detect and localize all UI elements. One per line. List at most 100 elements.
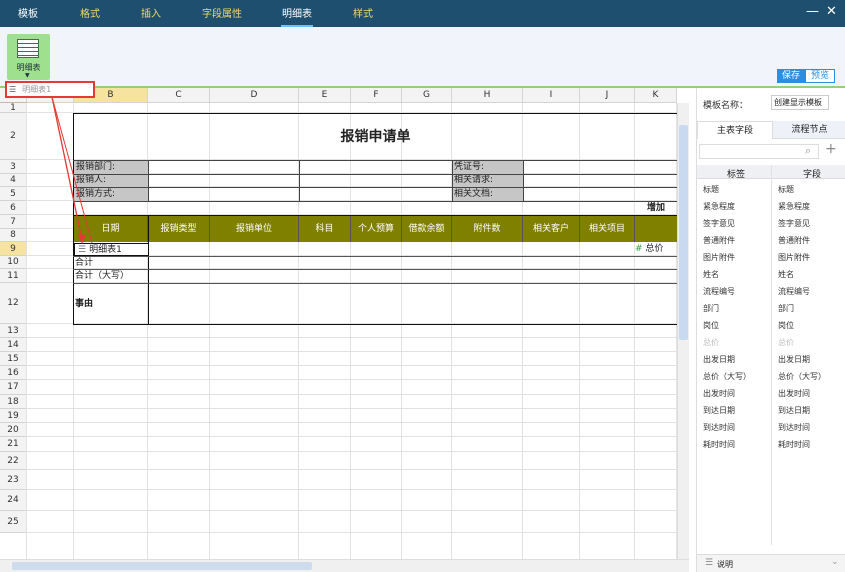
form-row-line xyxy=(73,269,677,270)
row-header-17[interactable]: 17 xyxy=(0,380,27,395)
spreadsheet-grid[interactable]: BCDEFGHIJK 1 2 3 4 5 6 7 8 9 10 11 12 13 14 15 16 17 18 19… xyxy=(0,88,677,559)
close-button[interactable]: ✕ xyxy=(826,4,837,20)
row-header-1[interactable]: 1 xyxy=(0,103,27,113)
tag-item[interactable]: 签字意见 xyxy=(703,218,735,229)
row-header-3[interactable]: 3 xyxy=(0,160,27,174)
tag-item[interactable]: 岗位 xyxy=(703,320,719,331)
detail-table-tag[interactable]: ☰ 明细表1 xyxy=(5,81,95,98)
column-header-d[interactable]: D xyxy=(210,88,299,103)
row-header-16[interactable]: 16 xyxy=(0,366,27,380)
tag-item[interactable]: 部门 xyxy=(703,303,719,314)
grid-column-line xyxy=(401,103,402,559)
tag-item[interactable]: 普通附件 xyxy=(703,235,735,246)
field-item[interactable]: 姓名 xyxy=(778,269,794,280)
field-search-input[interactable] xyxy=(699,144,819,159)
row-header-4[interactable]: 4 xyxy=(0,174,27,187)
detail-table-cell[interactable]: ☰ 明细表1 xyxy=(74,243,149,256)
info-line xyxy=(73,187,677,188)
row-header-18[interactable]: 18 xyxy=(0,395,27,409)
tab-template[interactable]: 模板 xyxy=(8,0,48,27)
row-header-22[interactable]: 22 xyxy=(0,452,27,470)
dept-label: 报销部门: xyxy=(74,161,148,174)
tab-insert[interactable]: 插入 xyxy=(131,0,171,27)
tab-style[interactable]: 样式 xyxy=(343,0,383,27)
field-item[interactable]: 出发时间 xyxy=(778,388,810,399)
tag-item[interactable]: 姓名 xyxy=(703,269,719,280)
row-header-8[interactable]: 8 xyxy=(0,229,27,242)
field-list-divider xyxy=(771,165,772,545)
column-header-j[interactable]: J xyxy=(580,88,635,103)
detail-table-tag-label: 明细表1 xyxy=(22,85,52,94)
minimize-button[interactable]: — xyxy=(806,4,819,20)
row-header-14[interactable]: 14 xyxy=(0,338,27,352)
field-item[interactable]: 出发日期 xyxy=(778,354,810,365)
add-icon[interactable]: + xyxy=(825,141,837,157)
row-header-15[interactable]: 15 xyxy=(0,352,27,366)
column-header-i[interactable]: I xyxy=(523,88,580,103)
tab-detail-table[interactable]: 明细表 xyxy=(275,0,319,27)
tag-item[interactable]: 图片附件 xyxy=(703,252,735,263)
tag-item[interactable]: 总价（大写） xyxy=(703,371,751,382)
row-header-6[interactable]: 6 xyxy=(0,201,27,215)
tag-item[interactable]: 到达日期 xyxy=(703,405,735,416)
tag-item[interactable]: 到达时间 xyxy=(703,422,735,433)
insert-detail-table-button[interactable]: 明细表 ▼ xyxy=(7,34,50,80)
column-header-e[interactable]: E xyxy=(299,88,351,103)
detail-column-header: 科目 xyxy=(299,216,351,242)
vertical-scroll-thumb[interactable] xyxy=(679,125,688,340)
tab-format[interactable]: 格式 xyxy=(70,0,110,27)
field-item[interactable]: 标题 xyxy=(778,184,794,195)
field-item[interactable]: 流程编号 xyxy=(778,286,810,297)
row-header-20[interactable]: 20 xyxy=(0,423,27,437)
tag-column-header: 标签 xyxy=(727,170,746,180)
field-item[interactable]: 到达时间 xyxy=(778,422,810,433)
tag-item[interactable]: 标题 xyxy=(703,184,719,195)
field-item[interactable]: 岗位 xyxy=(778,320,794,331)
preview-button[interactable]: 预览 xyxy=(805,69,835,83)
field-item[interactable]: 耗时时间 xyxy=(778,439,810,450)
field-item[interactable]: 签字意见 xyxy=(778,218,810,229)
column-header-g[interactable]: G xyxy=(402,88,452,103)
column-header-f[interactable]: F xyxy=(351,88,402,103)
row-header-5[interactable]: 5 xyxy=(0,187,27,201)
field-item[interactable]: 总价（大写） xyxy=(778,371,826,382)
row-header-21[interactable]: 21 xyxy=(0,437,27,452)
field-item[interactable]: 总价 xyxy=(778,337,794,348)
tag-item[interactable]: 耗时时间 xyxy=(703,439,735,450)
field-item[interactable]: 紧急程度 xyxy=(778,201,810,212)
tag-item[interactable]: 总价 xyxy=(703,337,719,348)
detail-column-header: 相关项目 xyxy=(580,216,635,242)
row-header-24[interactable]: 24 xyxy=(0,490,27,511)
tag-item[interactable]: 出发时间 xyxy=(703,388,735,399)
row-header-10[interactable]: 10 xyxy=(0,256,27,269)
tag-item[interactable]: 流程编号 xyxy=(703,286,735,297)
field-item[interactable]: 普通附件 xyxy=(778,235,810,246)
field-item[interactable]: 图片附件 xyxy=(778,252,810,263)
tab-flow-nodes[interactable]: 流程节点 xyxy=(773,121,845,139)
form-row-line xyxy=(73,256,677,257)
horizontal-scroll-thumb[interactable] xyxy=(12,562,312,570)
row-header-19[interactable]: 19 xyxy=(0,409,27,423)
tag-item[interactable]: 出发日期 xyxy=(703,354,735,365)
row-header-7[interactable]: 7 xyxy=(0,215,27,229)
row-header-2[interactable]: 2 xyxy=(0,113,27,160)
doc-label: 相关文档: xyxy=(452,188,523,201)
column-header-c[interactable]: C xyxy=(148,88,210,103)
column-header-h[interactable]: H xyxy=(452,88,523,103)
tab-field-properties[interactable]: 字段属性 xyxy=(196,0,248,27)
save-button[interactable]: 保存 xyxy=(777,69,805,83)
column-header-k[interactable]: K xyxy=(635,88,677,103)
search-icon[interactable]: ⌕ xyxy=(805,144,811,158)
row-header-23[interactable]: 23 xyxy=(0,470,27,490)
row-header-12[interactable]: 12 xyxy=(0,283,27,324)
field-item[interactable]: 部门 xyxy=(778,303,794,314)
field-item[interactable]: 到达日期 xyxy=(778,405,810,416)
row-header-25[interactable]: 25 xyxy=(0,511,27,533)
row-header-11[interactable]: 11 xyxy=(0,269,27,283)
row-header-9[interactable]: 9 xyxy=(0,242,27,256)
tab-main-fields[interactable]: 主表字段 xyxy=(697,121,773,139)
tag-item[interactable]: 紧急程度 xyxy=(703,201,735,212)
template-name-input[interactable]: 创建显示模板 xyxy=(771,95,829,110)
row-header-13[interactable]: 13 xyxy=(0,324,27,338)
chevron-down-icon[interactable]: ⌄ xyxy=(831,557,839,567)
